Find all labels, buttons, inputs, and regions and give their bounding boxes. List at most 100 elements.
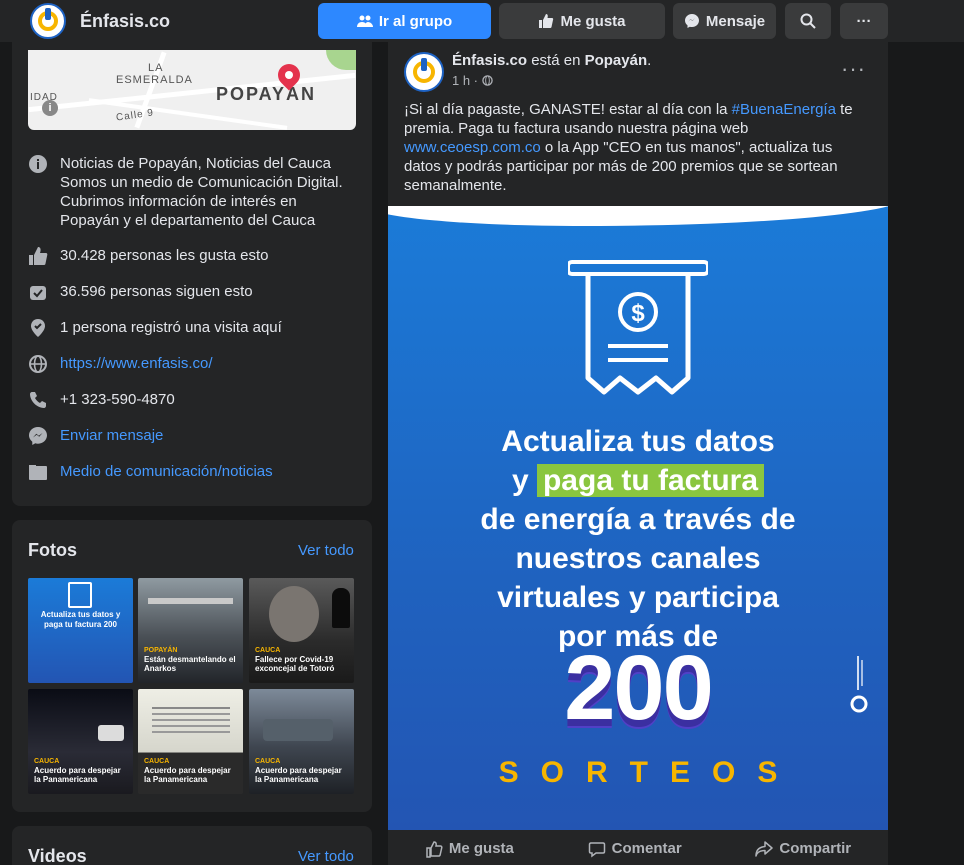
photo-thumbnail[interactable]: Actualiza tus datos y paga tu factura 20…: [28, 578, 133, 683]
messenger-icon: [684, 14, 699, 28]
like-page-label: Me gusta: [560, 12, 626, 30]
post-location-prefix: está en: [531, 52, 581, 69]
thumbs-up-icon: [539, 14, 554, 28]
search-button[interactable]: [785, 3, 831, 39]
globe-icon: [28, 354, 48, 374]
comment-icon: [588, 841, 605, 857]
map-label-street: Calle 9: [115, 107, 155, 124]
category-row: Medio de comunicación/noticias: [28, 462, 273, 482]
post-text-part: ¡Si al día pagaste, GANASTE! estar al dí…: [404, 101, 728, 118]
photos-title: Fotos: [28, 540, 77, 560]
phone-row: +1 323-590-4870: [28, 390, 175, 410]
share-button[interactable]: Compartir: [755, 840, 851, 858]
about-description: Noticias de Popayán, Noticias del Cauca …: [60, 155, 343, 229]
post-timestamp[interactable]: 1 h ·: [452, 73, 493, 88]
send-message-link[interactable]: Enviar mensaje: [60, 426, 163, 445]
post-image[interactable]: $ Actualiza tus datos y paga tu factura …: [388, 206, 888, 830]
videos-see-all-link[interactable]: Ver todo: [298, 848, 354, 865]
post-link[interactable]: www.ceoesp.com.co: [404, 139, 541, 156]
photo-tag: CAUCA: [34, 758, 60, 765]
info-icon: [28, 154, 48, 174]
creative-number: 200: [564, 637, 714, 739]
share-label: Compartir: [779, 840, 852, 857]
likes-row: 30.428 personas les gusta esto: [28, 246, 268, 266]
like-post-label: Me gusta: [448, 840, 514, 857]
phone-number[interactable]: +1 323-590-4870: [60, 390, 175, 409]
photo-thumbnail[interactable]: CAUCA Acuerdo para despejar la Panamerica…: [249, 689, 354, 794]
map-label-popayan: POPAYÁN: [216, 84, 317, 104]
creative-line: virtuales y participa: [497, 581, 779, 614]
photo-thumbnail[interactable]: POPAYÁN Están desmantelando el Anarkos: [138, 578, 243, 683]
post-text: ¡Si al día pagaste, GANASTE! estar al dí…: [404, 100, 869, 195]
creative-line: y: [511, 464, 529, 497]
page-name[interactable]: Énfasis.co: [80, 11, 170, 32]
post-actions-bar: Me gusta Comentar Compartir: [388, 832, 888, 865]
globe-icon: [481, 75, 493, 86]
follows-count: 36.596 personas siguen esto: [60, 283, 253, 300]
photo-thumbnail[interactable]: CAUCA Acuerdo para despejar la Panamerica…: [28, 689, 133, 794]
message-label: Mensaje: [705, 12, 766, 30]
checkin-icon: [28, 318, 48, 338]
videos-title: Videos: [28, 846, 87, 865]
post-author-avatar[interactable]: [404, 52, 444, 92]
checkins-count: 1 persona registró una visita aquí: [60, 319, 282, 336]
send-message-row: Enviar mensaje: [28, 426, 163, 446]
thumbs-up-icon: [426, 840, 443, 858]
brand-mark-icon: [850, 656, 868, 713]
photos-see-all-link[interactable]: Ver todo: [298, 542, 354, 559]
post-card: Énfasis.co está en Popayán. 1 h · ··· ¡S…: [388, 42, 888, 865]
photo-caption: Están desmantelando el Anarkos: [144, 655, 236, 673]
comment-label: Comentar: [611, 840, 682, 857]
thumbs-up-icon: [28, 246, 48, 266]
post-location[interactable]: Popayán: [585, 52, 648, 69]
photo-tag: POPAYÁN: [144, 647, 178, 654]
website-link[interactable]: https://www.enfasis.co/: [60, 354, 213, 373]
photo-thumbnail[interactable]: CAUCA Fallece por Covid-19 exconcejal de …: [249, 578, 354, 683]
like-post-button[interactable]: Me gusta: [425, 840, 514, 858]
like-page-button[interactable]: Me gusta: [499, 3, 665, 39]
receipt-icon: $: [568, 260, 708, 395]
comment-button[interactable]: Comentar: [588, 840, 682, 858]
photo-tag: CAUCA: [144, 758, 170, 765]
post-options-button[interactable]: ···: [841, 56, 866, 82]
post-hashtag[interactable]: #BuenaEnergía: [732, 101, 836, 118]
photo-caption: Fallece por Covid-19 exconcejal de Totor…: [255, 655, 335, 673]
message-button[interactable]: Mensaje: [673, 3, 776, 39]
map-info-icon[interactable]: i: [42, 100, 58, 116]
likes-count: 30.428 personas les gusta esto: [60, 247, 269, 264]
phone-icon: [28, 390, 48, 410]
photo-tag: CAUCA: [255, 647, 281, 654]
post-author-name[interactable]: Énfasis.co: [452, 52, 527, 69]
about-description-row: Noticias de Popayán, Noticias del Cauca …: [28, 154, 348, 230]
share-icon: [755, 840, 774, 857]
group-icon: [356, 15, 373, 27]
creative-line: Actualiza tus datos: [501, 425, 775, 458]
top-bar: Énfasis.co Ir al grupo Me gusta Mensaje …: [0, 0, 964, 42]
photo-tag: CAUCA: [255, 758, 281, 765]
photo-caption: Acuerdo para despejar la Panamericana: [255, 766, 342, 784]
category-link[interactable]: Medio de comunicación/noticias: [60, 462, 273, 481]
website-row: https://www.enfasis.co/: [28, 354, 213, 374]
map-label-la: LA: [148, 62, 164, 74]
join-group-button[interactable]: Ir al grupo: [318, 3, 491, 39]
post-time: 1 h ·: [452, 73, 479, 88]
svg-text:$: $: [631, 300, 645, 327]
creative-line: nuestros canales: [515, 542, 761, 575]
photo-thumbnail[interactable]: CAUCA Acuerdo para despejar la Panamerica…: [138, 689, 243, 794]
map-label-esmeralda: ESMERALDA: [116, 74, 193, 86]
photo-caption: Acuerdo para despejar la Panamericana: [34, 766, 121, 784]
photo-caption: Acuerdo para despejar la Panamericana: [144, 766, 231, 784]
location-map[interactable]: LA ESMERALDA POPAYÁN Calle 9 IDAD i: [28, 50, 356, 130]
messenger-icon: [28, 426, 48, 446]
more-options-button[interactable]: ···: [840, 3, 888, 39]
join-group-label: Ir al grupo: [378, 12, 453, 30]
photo-caption: Actualiza tus datos y paga tu factura 20…: [40, 610, 121, 629]
creative-sorteos: SORTEOS: [498, 756, 800, 789]
page-logo[interactable]: [30, 3, 66, 39]
creative-line: de energía a través de: [480, 503, 796, 536]
creative-highlight: paga tu factura: [536, 464, 765, 497]
creative-headline: Actualiza tus datos y paga tu factura de…: [388, 422, 888, 656]
post-header: Énfasis.co está en Popayán.: [452, 52, 652, 69]
search-icon: [800, 13, 816, 29]
checkins-row: 1 persona registró una visita aquí: [28, 318, 282, 338]
